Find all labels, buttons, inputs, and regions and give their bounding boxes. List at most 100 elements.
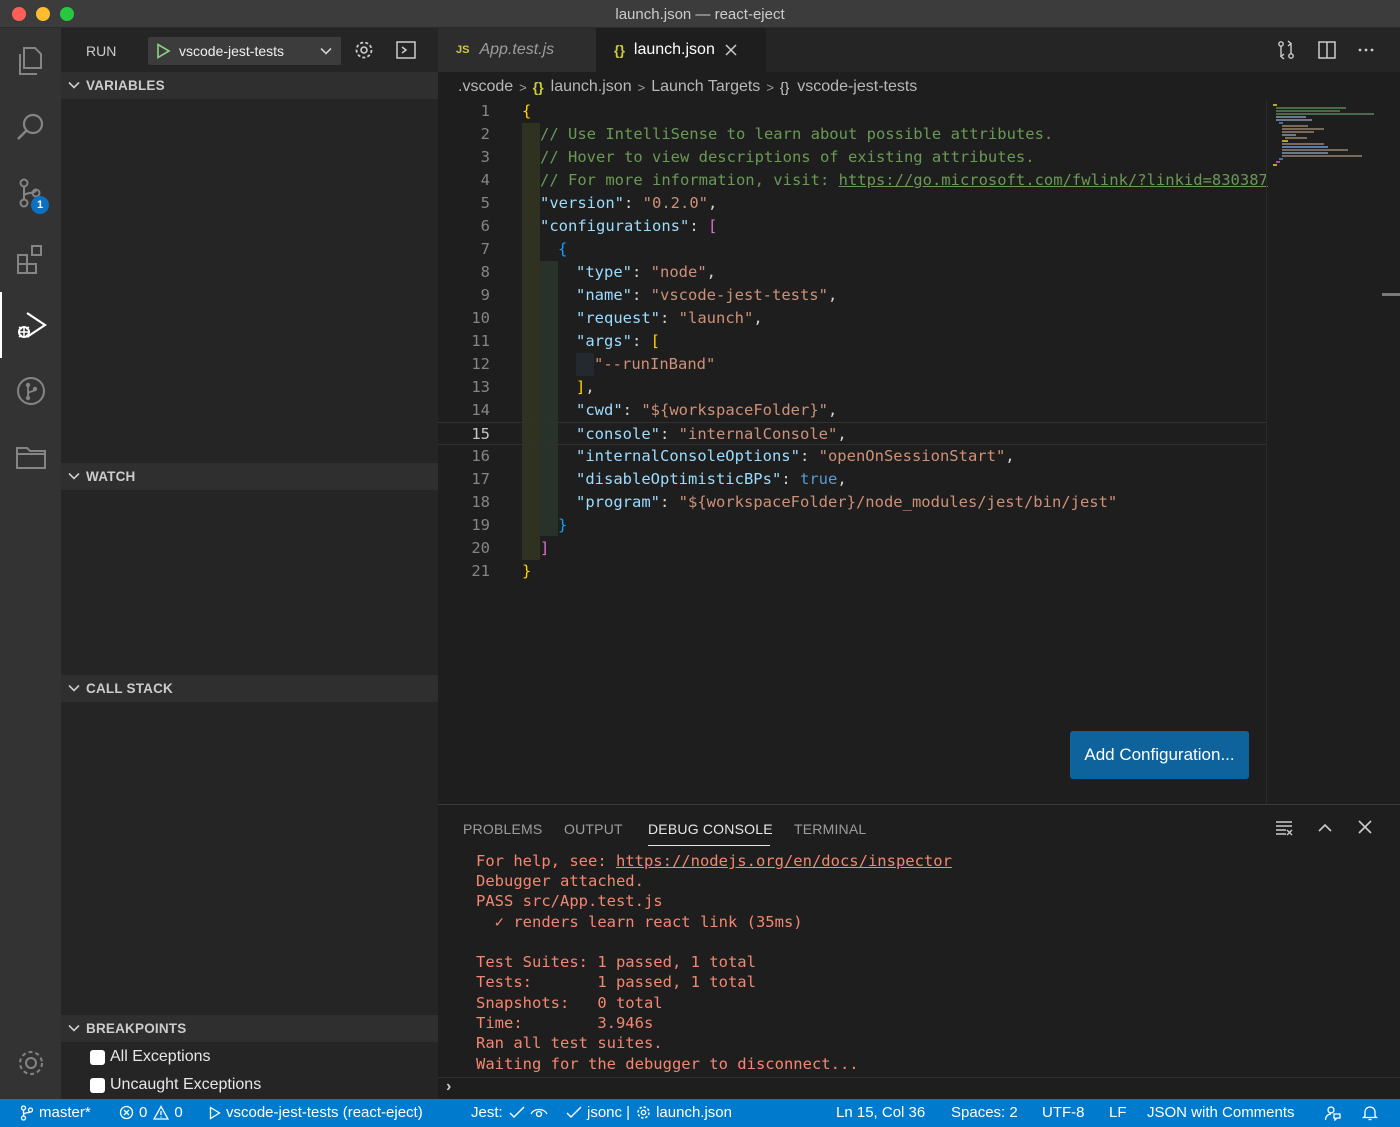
check-icon [509, 1106, 525, 1118]
search-button[interactable] [0, 94, 61, 160]
console-line: For help, see: https://nodejs.org/en/doc… [476, 852, 952, 870]
breakpoint-label: Uncaught Exceptions [110, 1076, 262, 1093]
split-editor-icon[interactable] [1317, 40, 1337, 60]
git-graph-button[interactable] [0, 358, 61, 424]
run-sidebar: RUN vscode-jest-tests VARIABLES WATCH CA… [61, 28, 438, 1099]
code-line: 21} [471, 562, 532, 580]
extensions-button[interactable] [0, 226, 61, 292]
code-editor[interactable]: 1{ 2// Use IntelliSense to learn about p… [438, 100, 1268, 580]
code-line: 9 "name": "vscode-jest-tests", [480, 286, 838, 304]
breakpoints-section-header[interactable]: BREAKPOINTS [61, 1015, 438, 1042]
eol-status[interactable]: LF [1109, 1104, 1127, 1121]
javascript-file-icon: JS [456, 44, 470, 56]
watch-title: WATCH [86, 469, 136, 484]
jsonc-label: jsonc | [587, 1104, 631, 1121]
console-line: Tests: 1 passed, 1 total [476, 973, 756, 991]
variables-title: VARIABLES [86, 78, 165, 93]
breakpoint-all-exceptions[interactable]: All Exceptions [90, 1045, 211, 1069]
search-icon [16, 113, 43, 140]
files-icon [18, 47, 42, 75]
debug-target-status[interactable]: vscode-jest-tests (react-eject) [209, 1104, 423, 1121]
console-line: Waiting for the debugger to disconnect..… [476, 1055, 859, 1073]
editor-tabs: JS App.test.js {} launch.json [438, 28, 1400, 72]
tab-launch-json[interactable]: {} launch.json [596, 28, 766, 72]
add-configuration-button[interactable]: Add Configuration... [1070, 731, 1249, 779]
file-label: launch.json [656, 1104, 732, 1121]
close-panel-icon[interactable] [1356, 818, 1374, 836]
language-mode[interactable]: JSON with Comments [1147, 1104, 1295, 1121]
branch-status[interactable]: master* [20, 1104, 91, 1121]
scrollbar-thumb[interactable] [1382, 293, 1400, 296]
tab-output[interactable]: OUTPUT [564, 821, 623, 837]
breadcrumb-item[interactable]: vscode-jest-tests [797, 78, 917, 96]
window-title: launch.json — react-eject [615, 6, 785, 23]
chevron-right-icon: > [637, 79, 646, 95]
jest-label: Jest: [471, 1104, 503, 1121]
error-icon [119, 1105, 134, 1120]
tab-debug-console[interactable]: DEBUG CONSOLE [648, 821, 773, 837]
explorer-button[interactable] [0, 28, 61, 94]
all-exceptions-checkbox[interactable] [90, 1049, 105, 1065]
tab-app-test-js[interactable]: JS App.test.js [438, 28, 596, 72]
editor-area: JS App.test.js {} launch.json .vscode > … [438, 28, 1400, 804]
open-changes-icon[interactable] [1276, 40, 1296, 60]
maximize-panel-icon[interactable] [1315, 818, 1335, 838]
code-line: 3// Hover to view descriptions of existi… [480, 148, 1035, 166]
git-graph-icon [16, 377, 45, 405]
debug-console-icon[interactable] [395, 39, 417, 61]
source-control-button[interactable]: 1 [0, 160, 61, 226]
bottom-panel: PROBLEMS OUTPUT DEBUG CONSOLE TERMINAL F… [438, 804, 1400, 1099]
breadcrumb-item[interactable]: launch.json [551, 78, 632, 96]
run-label: RUN [86, 43, 117, 59]
launch-config-select[interactable]: vscode-jest-tests [148, 37, 341, 65]
watch-section-header[interactable]: WATCH [61, 463, 438, 490]
watch-eye-icon [530, 1108, 548, 1117]
call-stack-section-header[interactable]: CALL STACK [61, 675, 438, 702]
uncaught-exceptions-checkbox[interactable] [90, 1077, 105, 1093]
chevron-down-icon [68, 81, 80, 89]
code-link[interactable]: https://go.microsoft.com/fwlink/?linkid=… [839, 171, 1268, 189]
start-debugging-icon[interactable] [155, 43, 171, 59]
tab-problems[interactable]: PROBLEMS [463, 821, 542, 837]
encoding-status[interactable]: UTF-8 [1042, 1104, 1085, 1121]
notifications-button[interactable] [1362, 1104, 1383, 1121]
breakpoint-uncaught-exceptions[interactable]: Uncaught Exceptions [90, 1073, 261, 1097]
run-debug-icon [17, 312, 47, 338]
chevron-down-icon [68, 684, 80, 692]
clear-console-icon[interactable] [1274, 818, 1294, 838]
problems-status[interactable]: 0 0 [119, 1104, 183, 1121]
manage-button[interactable] [0, 1030, 61, 1096]
inspector-link[interactable]: https://nodejs.org/en/docs/inspector [616, 852, 952, 870]
code-line: 6 "configurations": [ [480, 217, 718, 235]
breadcrumb-item[interactable]: Launch Targets [651, 78, 760, 96]
console-input[interactable]: › [438, 1077, 1400, 1100]
folder-button[interactable] [0, 424, 61, 490]
indentation-status[interactable]: Spaces: 2 [951, 1104, 1018, 1121]
breadcrumb-item[interactable]: .vscode [458, 78, 513, 96]
run-debug-button[interactable] [0, 292, 61, 358]
console-line: Test Suites: 1 passed, 1 total [476, 953, 756, 971]
panel-tabs: PROBLEMS OUTPUT DEBUG CONSOLE TERMINAL [438, 805, 1400, 851]
feedback-button[interactable] [1324, 1104, 1346, 1121]
code-line: 14 "cwd": "${workspaceFolder}", [471, 401, 838, 419]
json-file-icon: {} [614, 42, 625, 58]
code-line: 10 "request": "launch", [471, 309, 763, 327]
active-tab-indicator [648, 845, 770, 846]
source-control-badge: 1 [31, 196, 49, 214]
open-launch-json-gear-icon[interactable] [353, 39, 375, 61]
console-line: PASS src/App.test.js [476, 892, 663, 910]
jsonc-status[interactable]: jsonc | launch.json [566, 1104, 732, 1121]
code-line: 12 "--runInBand" [471, 355, 716, 373]
tab-terminal[interactable]: TERMINAL [794, 821, 866, 837]
code-line-current: 15 "console": "internalConsole", [438, 422, 1266, 445]
variables-section-header[interactable]: VARIABLES [61, 72, 438, 99]
code-line: 7{ [480, 240, 568, 258]
code-line: 2// Use IntelliSense to learn about poss… [480, 125, 1054, 143]
more-actions-icon[interactable] [1356, 40, 1376, 60]
jest-status[interactable]: Jest: [471, 1104, 553, 1121]
chevron-down-icon [320, 47, 332, 55]
breakpoints-title: BREAKPOINTS [86, 1021, 187, 1036]
cursor-position[interactable]: Ln 15, Col 36 [836, 1104, 925, 1121]
minimap[interactable] [1266, 100, 1386, 804]
close-icon[interactable] [725, 44, 737, 56]
